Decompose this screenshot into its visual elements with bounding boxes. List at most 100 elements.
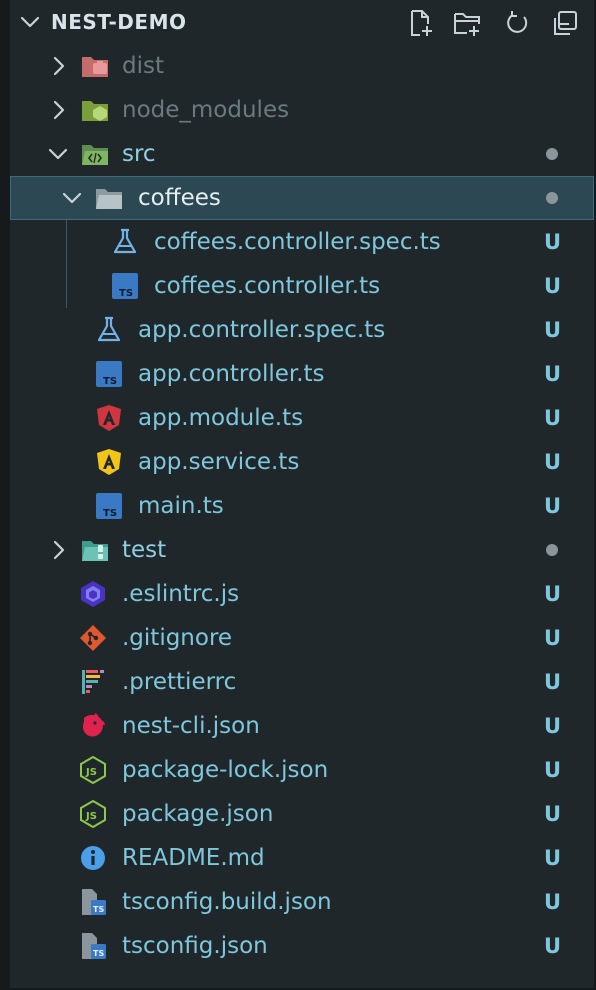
chevron-right-icon[interactable] [46, 538, 70, 562]
tree-item-label: package.json [122, 801, 274, 827]
modified-dot [546, 544, 558, 556]
tree-item-label: coffees.controller.spec.ts [154, 229, 441, 255]
untracked-status: U [543, 758, 561, 782]
folder-icon [94, 184, 124, 212]
explorer-title: NEST-DEMO [51, 10, 187, 34]
tree-item-label: app.module.ts [138, 405, 304, 431]
tree-item-label: README.md [122, 845, 265, 871]
modified-dot [546, 192, 558, 204]
untracked-status: U [543, 274, 561, 298]
tree-item-label: .eslintrc.js [122, 581, 240, 607]
tree-item-nest-cli[interactable]: nest-cli.json U [10, 704, 594, 748]
nodejs-icon: JS [78, 800, 108, 828]
tree-item-label: tsconfig.build.json [122, 889, 332, 915]
eslint-icon [78, 580, 108, 608]
untracked-status: U [543, 362, 561, 386]
untracked-status: U [543, 802, 561, 826]
prettier-icon [78, 668, 108, 696]
untracked-status: U [543, 890, 561, 914]
angular-yellow-icon [94, 448, 124, 476]
folder-test-icon [80, 536, 110, 564]
new-file-icon[interactable] [406, 8, 436, 38]
untracked-status: U [543, 626, 561, 650]
new-folder-icon[interactable] [452, 8, 482, 38]
tree-item-package[interactable]: JS package.json U [10, 792, 594, 836]
untracked-status: U [543, 846, 561, 870]
tree-item-label: .prettierrc [122, 669, 237, 695]
folder-src-icon [80, 140, 110, 168]
tree-item-eslintrc[interactable]: .eslintrc.js U [10, 572, 594, 616]
tree-item-main[interactable]: TS main.ts U [10, 484, 594, 528]
tree-item-label: package-lock.json [122, 757, 329, 783]
chevron-down-icon[interactable] [18, 10, 42, 34]
typescript-icon: TS [110, 272, 140, 300]
svg-text:JS: JS [85, 767, 97, 778]
untracked-status: U [543, 318, 561, 342]
tree-item-coffees-controller-spec[interactable]: coffees.controller.spec.ts U [10, 220, 594, 264]
untracked-status: U [543, 934, 561, 958]
tree-item-tsconfig[interactable]: TS tsconfig.json U [10, 924, 594, 968]
tree-item-prettierrc[interactable]: .prettierrc U [10, 660, 594, 704]
chevron-right-icon[interactable] [46, 54, 70, 78]
tree-item-label: coffees [138, 185, 221, 211]
refresh-icon[interactable] [502, 8, 532, 38]
untracked-status: U [543, 494, 561, 518]
nodejs-icon: JS [78, 756, 108, 784]
tsconfig-icon: TS [78, 932, 108, 960]
explorer-panel: NEST-DEMO dist node_modules src coffees [10, 0, 594, 988]
untracked-status: U [543, 406, 561, 430]
tree-item-label: test [122, 537, 167, 563]
tree-item-gitignore[interactable]: .gitignore U [10, 616, 594, 660]
tree-item-label: main.ts [138, 493, 224, 519]
modified-dot [546, 148, 558, 160]
svg-text:TS: TS [93, 905, 104, 914]
folder-dist-icon [80, 52, 110, 80]
explorer-header[interactable]: NEST-DEMO [10, 0, 594, 44]
untracked-status: U [543, 714, 561, 738]
tree-item-coffees[interactable]: coffees [10, 176, 594, 220]
typescript-icon: TS [94, 492, 124, 520]
tree-item-label: app.controller.ts [138, 361, 325, 387]
tree-item-app-module[interactable]: app.module.ts U [10, 396, 594, 440]
untracked-status: U [543, 450, 561, 474]
test-flask-icon [94, 316, 124, 344]
chevron-down-icon[interactable] [46, 142, 70, 166]
svg-text:TS: TS [119, 288, 133, 299]
tree-item-label: coffees.controller.ts [154, 273, 381, 299]
tree-item-tsconfig-build[interactable]: TS tsconfig.build.json U [10, 880, 594, 924]
info-icon [78, 844, 108, 872]
collapse-all-icon[interactable] [550, 8, 580, 38]
typescript-icon: TS [94, 360, 124, 388]
tree-item-node-modules[interactable]: node_modules [10, 88, 594, 132]
tree-item-label: src [122, 141, 156, 167]
svg-text:JS: JS [85, 811, 97, 822]
tsconfig-icon: TS [78, 888, 108, 916]
tree-item-label: node_modules [122, 97, 290, 123]
tree-item-app-service[interactable]: app.service.ts U [10, 440, 594, 484]
untracked-status: U [543, 582, 561, 606]
tree-item-label: app.controller.spec.ts [138, 317, 386, 343]
svg-text:TS: TS [103, 508, 117, 519]
untracked-status: U [543, 230, 561, 254]
tree-item-package-lock[interactable]: JS package-lock.json U [10, 748, 594, 792]
chevron-down-icon[interactable] [60, 186, 84, 210]
tree-item-readme[interactable]: README.md U [10, 836, 594, 880]
test-flask-icon [110, 228, 140, 256]
tree-item-dist[interactable]: dist [10, 44, 594, 88]
untracked-status: U [543, 670, 561, 694]
tree-item-label: tsconfig.json [122, 933, 268, 959]
tree-item-label: .gitignore [122, 625, 233, 651]
git-icon [78, 624, 108, 652]
tree-item-app-controller-spec[interactable]: app.controller.spec.ts U [10, 308, 594, 352]
tree-item-test[interactable]: test [10, 528, 594, 572]
nestjs-icon [78, 712, 108, 740]
tree-item-src[interactable]: src [10, 132, 594, 176]
tree-item-app-controller[interactable]: TS app.controller.ts U [10, 352, 594, 396]
svg-text:TS: TS [93, 949, 104, 958]
tree-item-label: dist [122, 53, 164, 79]
tree-item-coffees-controller[interactable]: TS coffees.controller.ts U [10, 264, 594, 308]
tree-item-label: app.service.ts [138, 449, 300, 475]
chevron-right-icon[interactable] [46, 98, 70, 122]
tree-item-label: nest-cli.json [122, 713, 260, 739]
folder-node-icon [80, 96, 110, 124]
